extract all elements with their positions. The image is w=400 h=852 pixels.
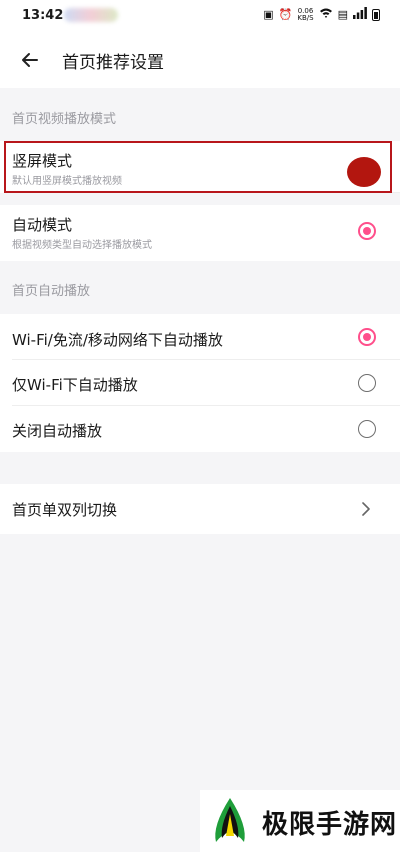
option-autoplay-off[interactable]: 关闭自动播放 xyxy=(0,406,400,452)
net-speed: 0.06 KB/S xyxy=(297,8,313,22)
page-title: 首页推荐设置 xyxy=(62,53,164,73)
row-column-layout-switch[interactable]: 首页单双列切换 xyxy=(0,484,400,534)
back-button[interactable] xyxy=(16,46,44,74)
option-autoplay-all-networks[interactable]: Wi-Fi/免流/移动网络下自动播放 xyxy=(0,314,400,360)
section-label-video-mode: 首页视频播放模式 xyxy=(12,112,117,127)
page-header: 首页推荐设置 xyxy=(0,32,400,88)
net-speed-unit: KB/S xyxy=(297,14,314,22)
system-icons: ▣ ⏰ 0.06 KB/S ▤ xyxy=(263,7,380,23)
alarm-icon: ⏰ xyxy=(278,8,293,21)
option-subtitle: 根据视频类型自动选择播放模式 xyxy=(12,240,152,251)
option-label: Wi-Fi/免流/移动网络下自动播放 xyxy=(12,331,223,349)
nfc-icon: ▣ xyxy=(263,8,274,21)
selected-radio-marker[interactable] xyxy=(347,157,381,187)
radio-unselected-icon[interactable] xyxy=(358,374,376,392)
watermark-text: 极限手游网 xyxy=(262,810,398,840)
option-label: 关闭自动播放 xyxy=(12,422,103,440)
radio-unselected-icon[interactable] xyxy=(358,420,376,438)
wifi-icon xyxy=(319,7,333,23)
radio-selected-icon[interactable] xyxy=(358,328,376,346)
status-time: 13:42 xyxy=(22,8,64,23)
section-label-autoplay: 首页自动播放 xyxy=(12,284,91,299)
hd-icon: ▤ xyxy=(337,8,348,21)
notification-icons xyxy=(64,8,118,22)
option-autoplay-wifi-only[interactable]: 仅Wi-Fi下自动播放 xyxy=(0,360,400,406)
status-bar: 13:42 ▣ ⏰ 0.06 KB/S ▤ xyxy=(0,0,400,32)
signal-icon xyxy=(353,7,367,23)
arrow-left-icon xyxy=(22,53,38,67)
option-label: 自动模式 xyxy=(12,216,73,234)
radio-selected-icon[interactable] xyxy=(358,222,376,240)
battery-icon xyxy=(372,9,380,21)
watermark-logo-icon xyxy=(215,798,245,842)
row-label: 首页单双列切换 xyxy=(12,501,118,519)
highlight-box xyxy=(4,141,392,193)
watermark: 极限手游网 xyxy=(200,790,400,852)
option-auto-mode[interactable]: 自动模式 根据视频类型自动选择播放模式 xyxy=(0,205,400,261)
option-label: 仅Wi-Fi下自动播放 xyxy=(12,376,138,394)
chevron-right-icon xyxy=(362,502,370,516)
